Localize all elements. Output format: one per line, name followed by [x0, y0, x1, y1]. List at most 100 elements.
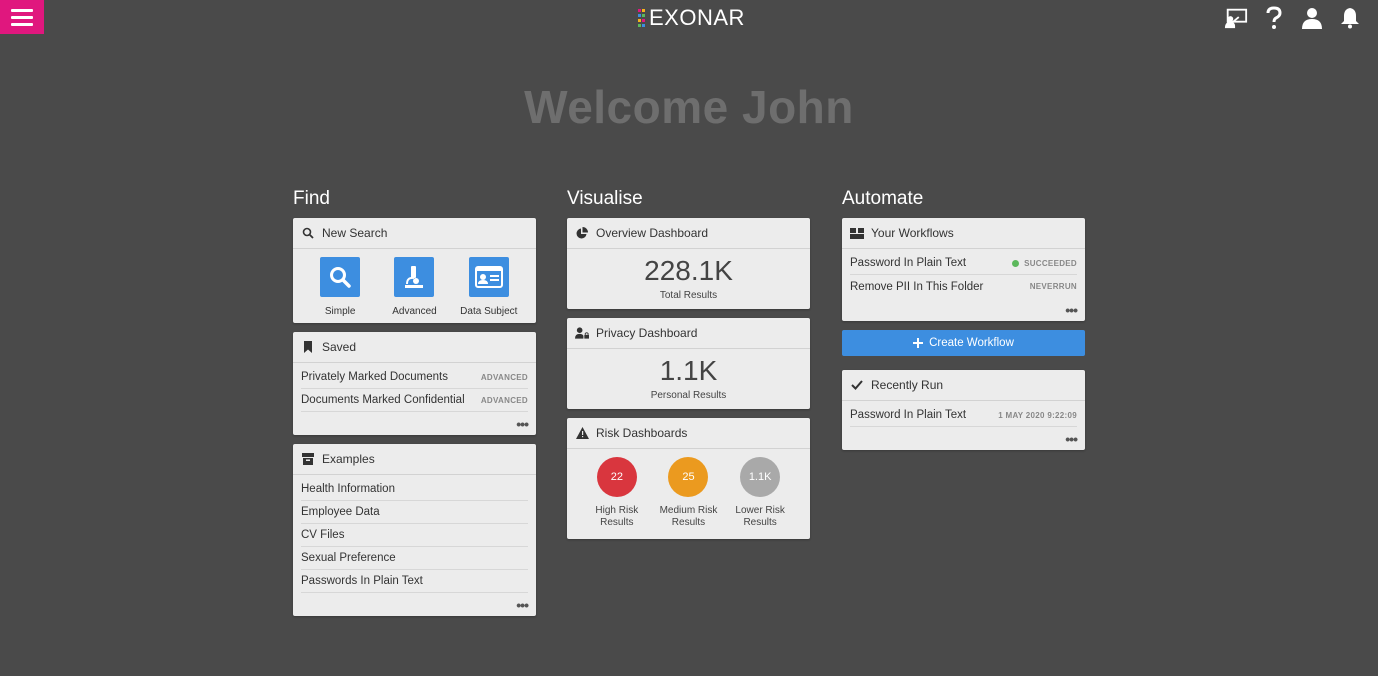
search-types: Simple Advanced Data Subject	[293, 249, 536, 323]
privacy-dashboard-card[interactable]: Privacy Dashboard 1.1K Personal Results	[567, 318, 810, 409]
example-item-label: CV Files	[301, 529, 345, 541]
exonar-logo[interactable]: EXONAR	[638, 4, 745, 32]
find-column: Find New Search Simple Advanced Data Sub…	[293, 188, 536, 625]
success-dot-icon	[1012, 259, 1020, 267]
total-results-label: Total Results	[659, 290, 718, 301]
pie-chart-icon	[575, 226, 589, 240]
privacy-dashboard-header: Privacy Dashboard	[567, 318, 810, 349]
risk-dashboards-title: Risk Dashboards	[596, 426, 688, 440]
examples-title: Examples	[322, 452, 375, 466]
menu-icon-bar	[11, 8, 33, 12]
workflow-status-text: SUCCEEDED	[1024, 258, 1077, 268]
find-title: Find	[293, 188, 330, 209]
high-risk-label: High Risk Results	[595, 505, 639, 528]
advanced-search-label: Advanced	[392, 306, 437, 317]
simple-search-button[interactable]: Simple	[310, 257, 370, 317]
visualise-title: Visualise	[567, 188, 643, 209]
workflows-header[interactable]: Your Workflows	[842, 218, 1085, 249]
search-icon	[301, 226, 315, 240]
plus-icon	[913, 338, 924, 348]
logo-mark	[638, 7, 648, 29]
example-item-label: Sexual Preference	[301, 552, 396, 564]
new-search-header[interactable]: New Search	[293, 218, 536, 249]
menu-button[interactable]	[0, 0, 44, 34]
workflows-card: Your Workflows Password In Plain Text SU…	[842, 218, 1085, 321]
user-lock-icon	[575, 326, 589, 340]
total-results-value: 228.1K	[644, 255, 733, 286]
saved-title: Saved	[322, 340, 357, 354]
menu-icon-bar	[11, 22, 33, 26]
automate-column: Automate Your Workflows Password In Plai…	[842, 188, 1085, 459]
logo-text: EXONAR	[649, 5, 745, 30]
check-icon	[850, 378, 864, 392]
presentation-icon[interactable]	[1224, 6, 1248, 30]
lower-risk-label: Lower Risk Results	[735, 505, 785, 528]
visualise-column: Visualise Overview Dashboard 228.1K Tota…	[567, 188, 810, 548]
high-risk-button[interactable]: 22 High Risk Results	[584, 457, 650, 529]
example-item[interactable]: Employee Data	[301, 501, 528, 524]
recently-run-card: Recently Run Password In Plain Text 1 MA…	[842, 370, 1085, 450]
saved-more-button[interactable]: •••	[293, 412, 536, 435]
magnifier-icon	[320, 257, 361, 297]
menu-icon-bar	[11, 15, 33, 19]
medium-risk-button[interactable]: 25 Medium Risk Results	[655, 457, 721, 529]
example-item[interactable]: Sexual Preference	[301, 547, 528, 570]
box-icon	[301, 452, 315, 466]
lower-risk-badge: 1.1K	[740, 457, 781, 497]
saved-item-label: Privately Marked Documents	[301, 371, 448, 383]
medium-risk-badge: 25	[668, 457, 709, 497]
example-item[interactable]: Health Information	[301, 478, 528, 501]
advanced-search-button[interactable]: Advanced	[384, 257, 444, 317]
welcome-heading: Welcome John	[524, 81, 854, 133]
risk-summary: 22 High Risk Results 25 Medium Risk Result…	[567, 449, 810, 539]
lower-risk-button[interactable]: 1.1K Lower Risk Results	[727, 457, 793, 529]
privacy-dashboard-title: Privacy Dashboard	[596, 326, 698, 340]
workflow-item[interactable]: Password In Plain Text SUCCEEDED	[850, 252, 1077, 275]
saved-item[interactable]: Documents Marked Confidential ADVANCED	[301, 389, 528, 412]
create-workflow-button[interactable]: Create Workflow	[842, 330, 1085, 356]
top-icons	[1224, 6, 1362, 30]
workflow-item[interactable]: Remove PII In This Folder NEVERRUN	[850, 275, 1077, 298]
examples-card: Examples Health Information Employee Dat…	[293, 444, 536, 616]
examples-more-button[interactable]: •••	[293, 593, 536, 616]
risk-dashboards-header[interactable]: Risk Dashboards	[567, 418, 810, 449]
saved-item[interactable]: Privately Marked Documents ADVANCED	[301, 366, 528, 389]
workflow-icon	[850, 226, 864, 240]
overview-dashboard-card[interactable]: Overview Dashboard 228.1K Total Results	[567, 218, 810, 309]
workflows-title: Your Workflows	[871, 226, 954, 240]
microscope-icon	[394, 257, 435, 297]
example-item-label: Employee Data	[301, 506, 380, 518]
saved-item-tag: ADVANCED	[480, 372, 528, 382]
workflow-item-label: Remove PII In This Folder	[850, 280, 984, 293]
example-item[interactable]: CV Files	[301, 524, 528, 547]
high-risk-badge: 22	[596, 457, 637, 497]
data-subject-search-label: Data Subject	[460, 306, 518, 317]
data-subject-search-button[interactable]: Data Subject	[459, 257, 519, 317]
saved-card: Saved Privately Marked Documents ADVANCE…	[293, 332, 536, 435]
recently-run-header[interactable]: Recently Run	[842, 370, 1085, 401]
new-search-title: New Search	[322, 226, 388, 240]
workflows-more-button[interactable]: •••	[842, 298, 1085, 321]
bell-icon[interactable]	[1338, 6, 1362, 30]
saved-item-tag: ADVANCED	[480, 395, 528, 405]
bookmark-icon	[301, 340, 315, 354]
risk-dashboards-card: Risk Dashboards 22 High Risk Results 25 M…	[567, 418, 810, 539]
recent-more-button[interactable]: •••	[842, 427, 1085, 450]
example-item-label: Health Information	[301, 483, 395, 495]
recent-run-label: Password In Plain Text	[850, 409, 967, 421]
recent-run-item[interactable]: Password In Plain Text 1 MAY 2020 9:22:0…	[850, 404, 1077, 427]
simple-search-label: Simple	[324, 306, 356, 317]
user-icon[interactable]	[1300, 6, 1324, 30]
medium-risk-label: Medium Risk Results	[659, 505, 718, 528]
new-search-card: New Search Simple Advanced Data Subject	[293, 218, 536, 323]
examples-header[interactable]: Examples	[293, 444, 536, 475]
workflow-status-text: NEVERRUN	[1029, 282, 1077, 291]
recently-run-title: Recently Run	[871, 378, 944, 392]
automate-title: Automate	[842, 188, 924, 209]
saved-header[interactable]: Saved	[293, 332, 536, 363]
help-icon[interactable]	[1262, 6, 1286, 30]
recent-run-time: 1 MAY 2020 9:22:09	[998, 410, 1077, 420]
example-item[interactable]: Passwords In Plain Text	[301, 570, 528, 593]
id-card-icon	[468, 257, 509, 297]
workflow-item-label: Password In Plain Text	[850, 257, 967, 269]
